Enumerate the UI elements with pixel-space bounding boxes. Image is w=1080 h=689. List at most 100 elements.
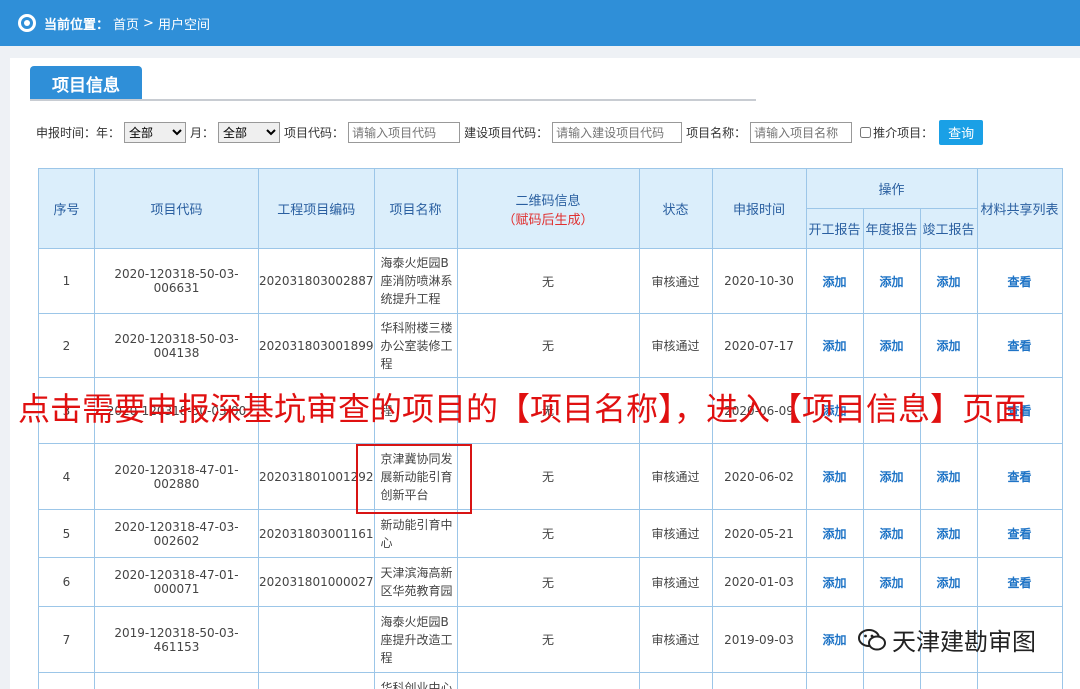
add-start-report-link-text[interactable]: 添加 bbox=[823, 470, 847, 484]
recommend-label: 推介项目： bbox=[873, 126, 934, 140]
project-code-input[interactable] bbox=[348, 122, 461, 143]
add-start-report-link[interactable]: 添加 bbox=[805, 248, 864, 314]
view-shared-materials-link[interactable]: 查看 bbox=[976, 557, 1063, 607]
add-year-report-link[interactable]: 添加 bbox=[862, 313, 921, 378]
cell-qr: 无 bbox=[456, 248, 640, 314]
breadcrumb-label: 当前位置： bbox=[44, 17, 110, 33]
recommend-checkbox[interactable] bbox=[860, 127, 872, 138]
add-start-report-link[interactable]: 添加 bbox=[805, 557, 864, 607]
header-name: 项目名称 bbox=[373, 168, 458, 249]
add-done-report-link[interactable]: 添加 bbox=[919, 313, 978, 378]
cell-qr: 无 bbox=[456, 606, 640, 673]
add-year-report-link-text[interactable]: 添加 bbox=[880, 470, 904, 484]
add-start-report-link[interactable]: 添加 bbox=[805, 606, 864, 673]
cell-project-name[interactable]: 新动能引育中心 bbox=[373, 509, 458, 558]
add-year-report-link-text[interactable]: 添加 bbox=[880, 527, 904, 541]
add-year-report-link-text[interactable]: 添加 bbox=[880, 275, 904, 289]
add-done-report-link-text[interactable]: 添加 bbox=[937, 576, 961, 590]
cell-project-name[interactable]: 海泰火炬园B座提升改造工程 bbox=[373, 606, 458, 673]
cell-project-name[interactable]: 华科附楼三楼办公室装修工程 bbox=[373, 313, 458, 378]
add-done-report-link[interactable]: 添加 bbox=[919, 557, 978, 607]
view-shared-materials-link-text[interactable]: 查看 bbox=[1008, 527, 1032, 541]
add-start-report-link[interactable]: 添加 bbox=[805, 509, 864, 558]
watermark: 天津建勘审图 bbox=[858, 622, 1036, 657]
view-shared-materials-link[interactable]: 查看 bbox=[976, 443, 1063, 510]
header-date: 申报时间 bbox=[711, 168, 807, 249]
view-shared-materials-link-text[interactable]: 查看 bbox=[1008, 470, 1032, 484]
location-pin-icon bbox=[18, 14, 36, 32]
view-shared-materials-link[interactable]: 查看 bbox=[976, 313, 1063, 378]
add-done-report-link[interactable]: 添加 bbox=[919, 248, 978, 314]
cell-seq: 5 bbox=[38, 509, 95, 558]
add-start-report-link-text[interactable]: 添加 bbox=[823, 527, 847, 541]
cell-date: 2020-01-03 bbox=[711, 557, 807, 607]
add-done-report-link[interactable]: 添加 bbox=[919, 509, 978, 558]
add-year-report-link-text[interactable]: 添加 bbox=[880, 576, 904, 590]
table-row: 6 2020-120318-47-01-000071 202031801000027… bbox=[38, 557, 1063, 607]
add-done-report-link-text[interactable]: 添加 bbox=[937, 339, 961, 353]
add-start-report-link-text[interactable]: 添加 bbox=[823, 339, 847, 353]
add-year-report-link[interactable] bbox=[862, 672, 921, 689]
header-code: 项目代码 bbox=[94, 168, 259, 249]
add-done-report-link-text[interactable]: 添加 bbox=[937, 470, 961, 484]
cell-project-name[interactable]: 天津滨海高新区华苑教育园 bbox=[373, 557, 458, 607]
month-label: 月： bbox=[190, 126, 215, 140]
filter-bar: 申报时间： 年： 全部 月： 全部 项目代码： 建设项目代码： 项目名称： 推介… bbox=[36, 120, 984, 145]
view-shared-materials-link[interactable]: 查看 bbox=[976, 509, 1063, 558]
cell-qr: 无 bbox=[456, 557, 640, 607]
date-label: 申报时间： bbox=[36, 126, 97, 140]
header-eng-code: 工程项目编码 bbox=[258, 168, 375, 249]
add-start-report-link[interactable]: 添加 bbox=[805, 443, 864, 510]
add-start-report-link-text[interactable]: 添加 bbox=[823, 275, 847, 289]
add-done-report-link[interactable] bbox=[919, 672, 978, 689]
cell-project-name[interactable]: 华科创业中心 bbox=[373, 672, 458, 689]
add-done-report-link-text[interactable]: 添加 bbox=[937, 527, 961, 541]
watermark-text: 天津建勘审图 bbox=[892, 628, 1036, 656]
cell-qr: 无 bbox=[456, 313, 640, 378]
year-label: 年： bbox=[96, 126, 121, 140]
project-name-input[interactable] bbox=[750, 122, 853, 143]
view-shared-materials-link[interactable] bbox=[976, 672, 1063, 689]
view-shared-materials-link-text[interactable]: 查看 bbox=[1008, 576, 1032, 590]
content-panel: 项目信息 申报时间： 年： 全部 月： 全部 项目代码： 建设项目代码： 项目名… bbox=[10, 58, 1080, 689]
cell-code: 2020-120318-50-03-004138 bbox=[94, 313, 259, 378]
breadcrumb-bar: 当前位置： 首页 > 用户空间 bbox=[0, 0, 1080, 46]
tab-project-info[interactable]: 项目信息 bbox=[30, 66, 142, 100]
add-start-report-link-text[interactable]: 添加 bbox=[823, 576, 847, 590]
add-year-report-link[interactable]: 添加 bbox=[862, 248, 921, 314]
wechat-icon bbox=[858, 628, 886, 650]
add-done-report-link[interactable]: 添加 bbox=[919, 443, 978, 510]
add-start-report-link[interactable] bbox=[805, 672, 864, 689]
add-done-report-link-text[interactable]: 添加 bbox=[937, 275, 961, 289]
cell-eng-code bbox=[258, 672, 375, 689]
cell-code: 2020-120318-47-01-000071 bbox=[94, 557, 259, 607]
month-select[interactable]: 全部 bbox=[218, 122, 281, 143]
cell-date: 2019-09-03 bbox=[711, 606, 807, 673]
breadcrumb-home[interactable]: 首页 bbox=[113, 14, 139, 33]
add-year-report-link-text[interactable]: 添加 bbox=[880, 339, 904, 353]
cell-status bbox=[638, 672, 713, 689]
instruction-annotation: 点击需要申报深基坑审查的项目的【项目名称】，进入【项目信息】页面 bbox=[18, 390, 1027, 428]
header-op-start: 开工报告 bbox=[805, 208, 864, 249]
add-start-report-link[interactable]: 添加 bbox=[805, 313, 864, 378]
build-code-input[interactable] bbox=[552, 122, 683, 143]
add-year-report-link[interactable]: 添加 bbox=[862, 509, 921, 558]
view-shared-materials-link-text[interactable]: 查看 bbox=[1008, 339, 1032, 353]
table-row: 4 2020-120318-47-01-002880 202031801001292… bbox=[38, 443, 1063, 510]
cell-seq: 6 bbox=[38, 557, 95, 607]
year-select[interactable]: 全部 bbox=[124, 122, 187, 143]
cell-date: 2020-07-17 bbox=[711, 313, 807, 378]
query-button[interactable]: 查询 bbox=[939, 120, 984, 145]
cell-eng-code: 202031803002887 bbox=[258, 248, 375, 314]
cell-seq: 4 bbox=[38, 443, 95, 510]
header-qr: 二维码信息 （赋码后生成） bbox=[456, 168, 640, 249]
highlight-box bbox=[356, 444, 472, 514]
view-shared-materials-link-text[interactable]: 查看 bbox=[1008, 275, 1032, 289]
add-year-report-link[interactable]: 添加 bbox=[862, 443, 921, 510]
add-start-report-link-text[interactable]: 添加 bbox=[823, 633, 847, 647]
cell-project-name[interactable]: 海泰火炬园B座消防喷淋系统提升工程 bbox=[373, 248, 458, 314]
cell-eng-code bbox=[258, 606, 375, 673]
cell-seq bbox=[38, 672, 95, 689]
add-year-report-link[interactable]: 添加 bbox=[862, 557, 921, 607]
view-shared-materials-link[interactable]: 查看 bbox=[976, 248, 1063, 314]
